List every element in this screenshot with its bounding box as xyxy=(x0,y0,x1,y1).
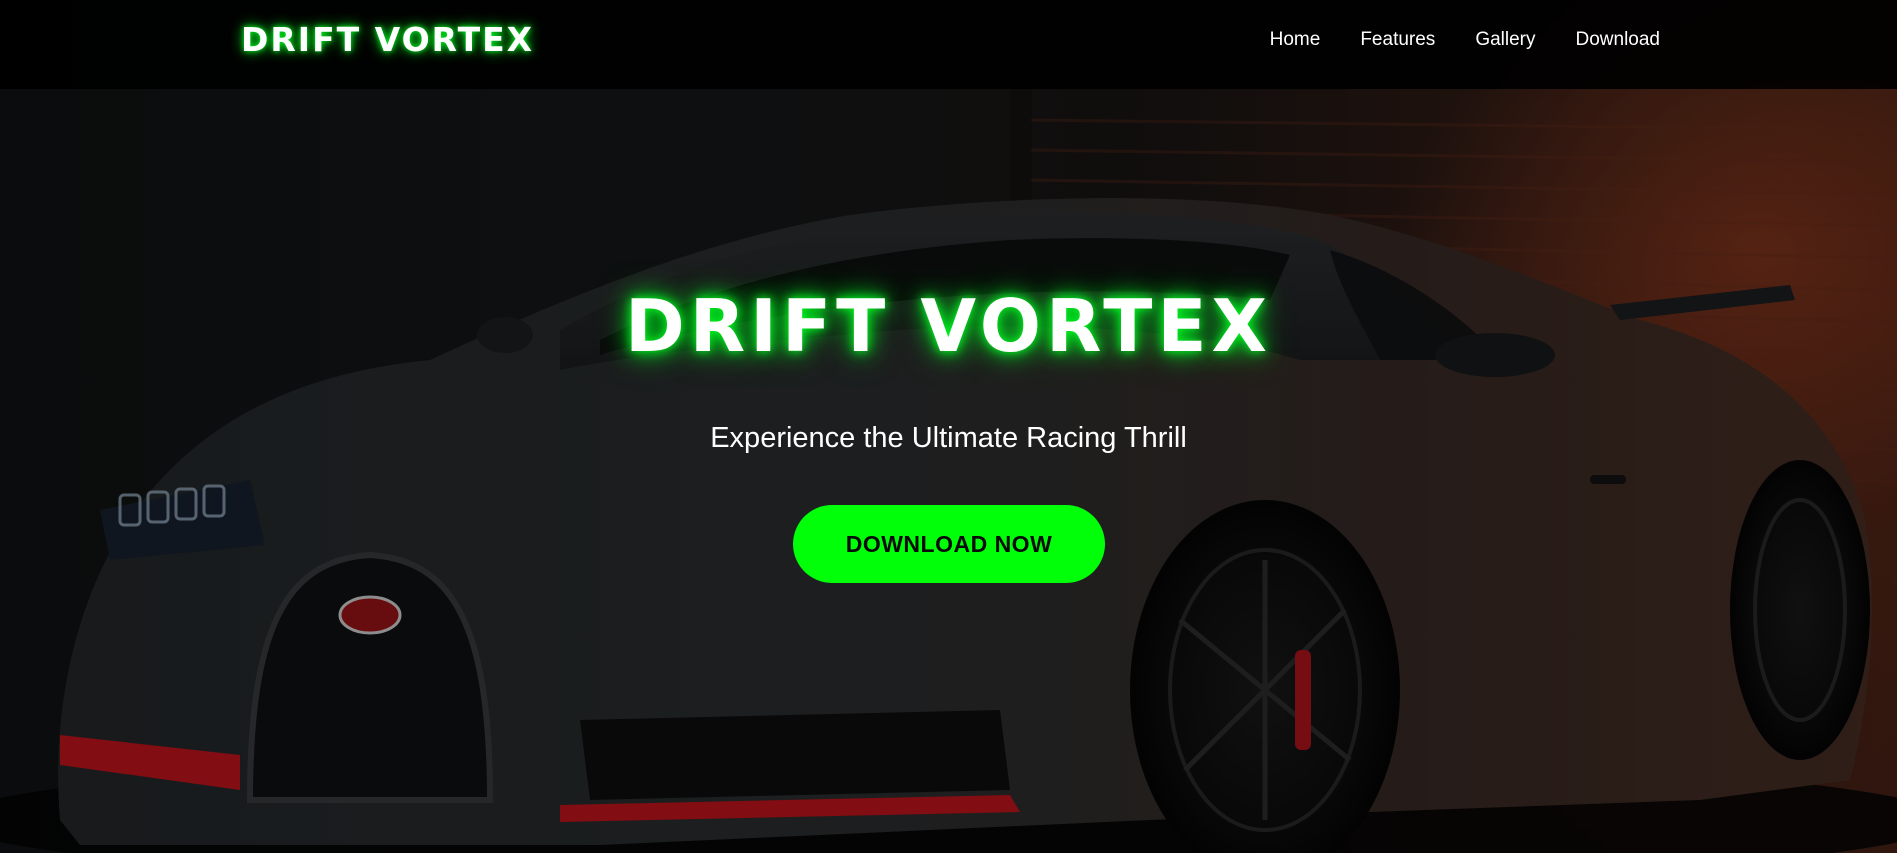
navbar: DRIFT VORTEX Home Features Gallery Downl… xyxy=(0,0,1897,89)
landing-page: DRIFT VORTEX Home Features Gallery Downl… xyxy=(0,0,1897,853)
nav-link-features[interactable]: Features xyxy=(1360,29,1435,51)
download-now-button[interactable]: DOWNLOAD NOW xyxy=(793,505,1105,583)
hero-subtitle: Experience the Ultimate Racing Thrill xyxy=(710,422,1187,454)
nav-links: Home Features Gallery Download xyxy=(1270,29,1660,51)
nav-link-download[interactable]: Download xyxy=(1576,29,1661,51)
hero-title: DRIFT VORTEX xyxy=(624,284,1273,368)
nav-link-home[interactable]: Home xyxy=(1270,29,1321,51)
nav-link-gallery[interactable]: Gallery xyxy=(1475,29,1535,51)
logo[interactable]: DRIFT VORTEX xyxy=(241,20,534,59)
